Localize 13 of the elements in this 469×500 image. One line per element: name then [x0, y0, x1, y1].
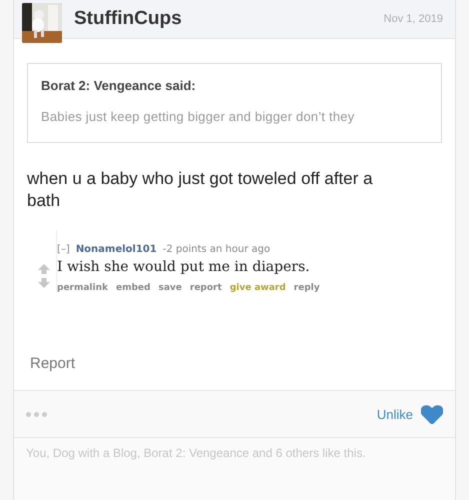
comment-meta: -2 points an hour ago	[162, 244, 270, 255]
quote-text: Babies just keep getting bigger and bigger don’t they	[41, 109, 356, 124]
unlike-button[interactable]: Unlike	[376, 406, 413, 422]
quote-author: Borat 2: Vengeance said:	[41, 78, 197, 93]
author-name[interactable]: StuffinCups	[74, 8, 182, 30]
report-link[interactable]: Report	[30, 355, 439, 372]
heart-icon[interactable]	[421, 404, 443, 424]
post-text: when u a baby who just got toweled off after a bath	[27, 168, 374, 212]
downvote-icon	[38, 278, 50, 288]
comment-username: Nonamelol101	[76, 244, 157, 255]
post-date: Nov 1, 2019	[384, 13, 443, 25]
comment-text: I wish she would put me in diapers.	[57, 259, 311, 275]
upvote-icon	[38, 264, 50, 274]
